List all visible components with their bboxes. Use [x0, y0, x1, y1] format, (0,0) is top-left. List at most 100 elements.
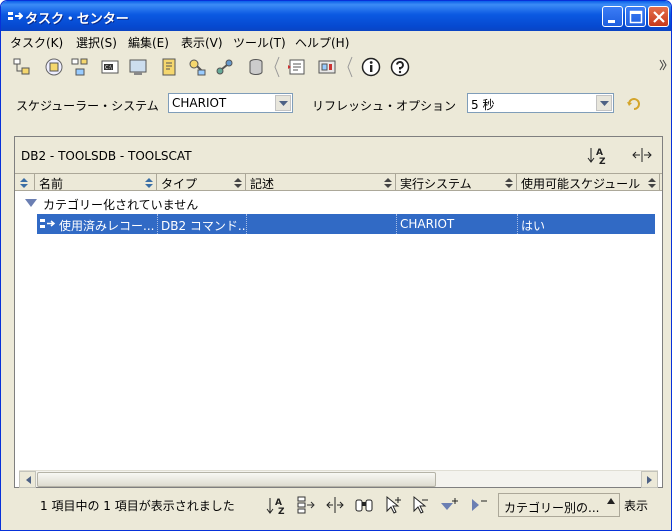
menu-task[interactable]: タスク(K) [10, 34, 63, 51]
refresh-icon[interactable] [626, 96, 642, 112]
view-button[interactable]: 表示 [624, 497, 648, 514]
development-center-icon[interactable] [215, 57, 235, 77]
category-view-button[interactable]: カテゴリー別の... [498, 493, 620, 517]
cell-type: DB2 コマンド... [158, 214, 247, 234]
category-group-row[interactable]: カテゴリー化されていません [15, 193, 662, 213]
cell-name-text: 使用済みレコー... [59, 219, 155, 233]
help-icon[interactable] [390, 57, 410, 77]
toolbar: C:\ [1, 51, 671, 83]
scrollbar-thumb[interactable] [37, 472, 436, 487]
cell-schedule-text: はい [521, 219, 546, 233]
column-header-name[interactable]: 名前 [35, 174, 157, 190]
maximize-icon [629, 10, 643, 24]
column-type-label: タイプ [161, 177, 198, 190]
column-schedule-label: 使用可能スケジュール [521, 177, 641, 190]
expand-triangle-icon[interactable] [25, 199, 37, 207]
menu-help[interactable]: ヘルプ(H) [295, 34, 349, 51]
column-header-description[interactable]: 記述 [246, 174, 396, 190]
category-view-label: カテゴリー別の... [504, 501, 600, 515]
minimize-button[interactable] [602, 6, 623, 27]
health-center-icon[interactable] [317, 57, 337, 77]
sort-az-icon[interactable]: A Z [265, 494, 287, 516]
chevron-down-icon[interactable] [275, 95, 291, 111]
scheduler-label: スケジューラー・システム [16, 99, 159, 113]
menu-tools[interactable]: ツール(T) [233, 34, 286, 51]
cell-run-system: CHARIOT [397, 214, 518, 234]
close-button[interactable] [648, 6, 669, 27]
sort-icon [145, 178, 153, 188]
panel-title: DB2 - TOOLSDB - TOOLSCAT [21, 149, 192, 163]
status-text: 1 項目中の 1 項目が表示されました [40, 499, 235, 513]
task-center-icon[interactable] [128, 57, 148, 77]
column-header-schedule[interactable]: 使用可能スケジュール [517, 174, 660, 190]
find-binoculars-icon[interactable] [353, 494, 375, 516]
minimize-icon [608, 20, 615, 23]
column-settings-icon[interactable] [631, 146, 653, 164]
table-row[interactable]: 使用済みレコー... DB2 コマンド... CHARIOT はい [37, 214, 655, 234]
menu-view[interactable]: 表示(V) [181, 34, 223, 51]
sort-icon [648, 178, 656, 188]
menu-edit[interactable]: 編集(E) [128, 34, 169, 51]
refresh-select[interactable]: 5 秒 [467, 93, 614, 113]
arrow-left-icon [26, 476, 31, 484]
cell-schedule: はい [518, 214, 655, 234]
cell-type-text: DB2 コマンド... [161, 219, 247, 233]
column-header-run-system[interactable]: 実行システム [396, 174, 517, 190]
command-center-icon[interactable]: C:\ [100, 57, 120, 77]
toolbar-separator [274, 56, 280, 78]
toolbar-overflow-icon[interactable] [659, 59, 667, 71]
deselect-all-icon[interactable] [409, 494, 431, 516]
satellite-admin-icon[interactable] [70, 57, 90, 77]
task-icon [40, 219, 56, 228]
column-sort-toggle[interactable] [15, 174, 35, 190]
arrow-right-icon [647, 476, 652, 484]
license-center-icon[interactable] [187, 57, 207, 77]
close-icon [653, 11, 665, 23]
column-run-system-label: 実行システム [400, 177, 472, 190]
panel-header: DB2 - TOOLSDB - TOOLSCAT A Z [15, 137, 662, 173]
information-catalog-icon[interactable] [287, 57, 307, 77]
scheduler-value: CHARIOT [172, 96, 227, 110]
refresh-value: 5 秒 [471, 98, 495, 112]
horizontal-scrollbar[interactable] [19, 470, 658, 488]
menu-bar: タスク(K) 選択(S) 編集(E) 表示(V) ツール(T) ヘルプ(H) [1, 31, 671, 51]
scroll-right-button[interactable] [641, 471, 658, 488]
sort-icon [234, 178, 242, 188]
options-row: スケジューラー・システム CHARIOT リフレッシュ・オプション 5 秒 [1, 83, 671, 127]
column-description-label: 記述 [250, 177, 275, 190]
scroll-left-button[interactable] [19, 471, 36, 488]
chevron-up-icon [607, 498, 615, 504]
filter-icon[interactable] [295, 494, 317, 516]
sort-icon [505, 178, 513, 188]
task-list-panel: DB2 - TOOLSDB - TOOLSCAT A Z 名前 タイプ 記述 実… [14, 136, 663, 488]
sort-icon [384, 178, 392, 188]
column-settings-icon[interactable] [324, 494, 346, 516]
data-warehouse-icon[interactable] [246, 57, 266, 77]
column-header-row: 名前 タイプ 記述 実行システム 使用可能スケジュール [15, 173, 662, 191]
menu-select[interactable]: 選択(S) [76, 34, 117, 51]
cell-run-system-text: CHARIOT [400, 217, 455, 231]
collapse-all-icon[interactable] [467, 494, 489, 516]
expand-all-icon[interactable] [438, 494, 460, 516]
chevron-down-icon[interactable] [596, 95, 612, 111]
refresh-label: リフレッシュ・オプション [312, 99, 457, 113]
control-center-icon[interactable] [12, 57, 32, 77]
maximize-button[interactable] [625, 6, 646, 27]
window-title: タスク・センター [25, 12, 129, 27]
status-bar: 1 項目中の 1 項目が表示されました A Z カテゴリー別の... 表示 [14, 491, 663, 519]
cell-name: 使用済みレコー... [37, 214, 158, 234]
svg-text:Z: Z [599, 157, 606, 165]
task-center-window: タスク・センター タスク(K) 選択(S) 編集(E) 表示(V) ツール(T)… [0, 0, 672, 531]
task-center-app-icon [8, 12, 23, 20]
column-header-type[interactable]: タイプ [157, 174, 246, 190]
journal-icon[interactable] [159, 57, 179, 77]
select-all-icon[interactable] [382, 494, 404, 516]
sort-icon [20, 178, 28, 188]
scheduler-select[interactable]: CHARIOT [168, 93, 293, 113]
info-icon[interactable] [361, 57, 381, 77]
sort-az-icon[interactable]: A Z [587, 145, 607, 165]
toolbar-separator [347, 56, 353, 78]
svg-text:Z: Z [278, 507, 285, 516]
replication-center-icon[interactable] [44, 57, 64, 77]
title-bar[interactable]: タスク・センター [1, 1, 671, 31]
